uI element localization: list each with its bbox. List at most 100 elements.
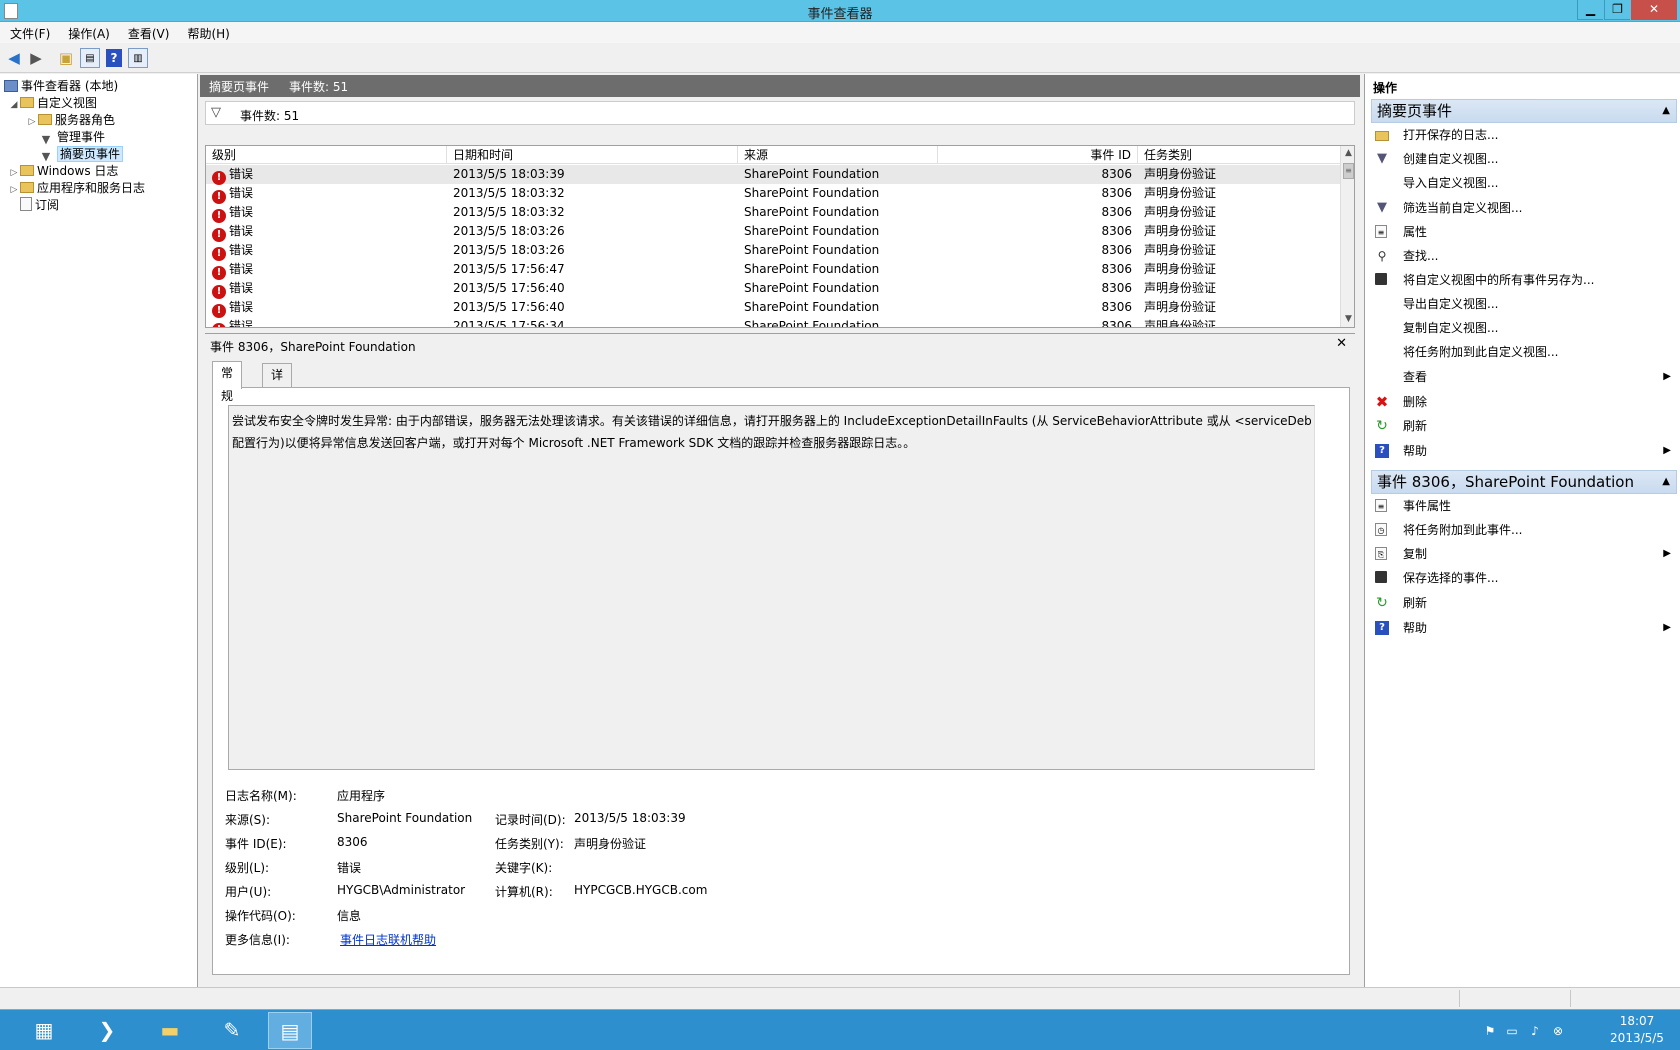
action-save-all-events[interactable]: 将自定义视图中的所有事件另存为...	[1371, 269, 1677, 291]
powershell-icon[interactable]: ❯	[85, 1012, 129, 1049]
help-icon[interactable]: ?	[106, 49, 122, 67]
actions-section-summary[interactable]: 摘要页事件 ▲	[1371, 99, 1677, 123]
column-event-id[interactable]: 事件 ID	[938, 146, 1138, 164]
table-row[interactable]: ! 错误 2013/5/5 18:03:26 SharePoint Foundatio…	[206, 222, 1340, 242]
cell-category: 声明身份验证	[1144, 224, 1217, 238]
clock[interactable]: 18:07 2013/5/5	[1602, 1013, 1672, 1047]
event-viewer-taskbar-icon[interactable]: ▤	[268, 1012, 312, 1049]
level-text: 错误	[229, 224, 254, 238]
submenu-arrow-icon: ▶	[1663, 371, 1671, 382]
collapse-arrow-icon[interactable]: ▲	[1662, 100, 1670, 122]
tree-server-roles[interactable]: ▷ 服务器角色	[26, 112, 115, 129]
scroll-down-arrow-icon[interactable]: ▼	[1341, 312, 1354, 327]
action-filter-current-view[interactable]: ▼ 筛选当前自定义视图...	[1371, 197, 1677, 219]
events-grid[interactable]: 级别 日期和时间 来源 事件 ID 任务类别 ! 错误 2013/5/5 18:03…	[205, 145, 1355, 328]
menu-view[interactable]: 查看(V)	[118, 22, 178, 42]
cell-category: 声明身份验证	[1144, 243, 1217, 257]
filter-icon: ▼	[41, 150, 51, 163]
action-event-properties[interactable]: ≡ 事件属性	[1371, 495, 1677, 517]
table-row[interactable]: !错误 2013/5/5 17:56:34 SharePoint Foundatio…	[206, 317, 1340, 328]
action-copy[interactable]: ⎘ 复制 ▶	[1371, 543, 1677, 565]
column-datetime[interactable]: 日期和时间	[447, 146, 738, 164]
action-export-custom-view[interactable]: 导出自定义视图...	[1371, 293, 1677, 315]
action-open-saved-log[interactable]: 打开保存的日志...	[1371, 124, 1677, 146]
table-row[interactable]: ! 错误 2013/5/5 17:56:40 SharePoint Foundatio…	[206, 279, 1340, 299]
event-description[interactable]: 尝试发布安全令牌时发生异常: 由于内部错误，服务器无法处理该请求。有关该错误的详…	[228, 405, 1315, 770]
collapsed-arrow-icon[interactable]: ▷	[8, 182, 20, 199]
table-row[interactable]: ! 错误 2013/5/5 18:03:26 SharePoint Foundatio…	[206, 241, 1340, 261]
action-delete[interactable]: ✖ 删除	[1371, 391, 1677, 413]
action-save-selected[interactable]: 保存选择的事件...	[1371, 567, 1677, 589]
close-detail-icon[interactable]: ✕	[1336, 336, 1347, 351]
action-center-flag-icon[interactable]: ⚑	[1482, 1023, 1498, 1039]
tab-general[interactable]: 常规	[212, 361, 243, 403]
notification-icon[interactable]: ⊗	[1550, 1023, 1566, 1039]
action-refresh-event[interactable]: ↻ 刷新	[1371, 592, 1677, 614]
level-text: 错误	[229, 319, 254, 328]
volume-muted-icon[interactable]: ♪	[1527, 1023, 1543, 1039]
tree-app-service-logs[interactable]: ▷ 应用程序和服务日志	[8, 180, 145, 197]
action-help-event[interactable]: ? 帮助 ▶	[1371, 617, 1677, 639]
show-hide-tree-icon[interactable]: ▤	[80, 48, 100, 68]
cell-level: !错误	[212, 184, 253, 204]
table-row[interactable]: ! 错误 2013/5/5 18:03:32 SharePoint Foundatio…	[206, 184, 1340, 204]
action-properties[interactable]: ≡ 属性	[1371, 221, 1677, 243]
table-row[interactable]: ! 错误 2013/5/5 18:03:32 SharePoint Foundatio…	[206, 203, 1340, 223]
menu-action[interactable]: 操作(A)	[58, 22, 118, 42]
table-row[interactable]: ! 错误 2013/5/5 17:56:47 SharePoint Foundatio…	[206, 260, 1340, 280]
expanded-arrow-icon[interactable]: ◢	[8, 97, 20, 114]
minimize-button[interactable]: ▁	[1577, 0, 1603, 20]
scroll-up-arrow-icon[interactable]: ▲	[1341, 146, 1354, 161]
grid-scrollbar[interactable]: ▲ ≡ ▼	[1340, 146, 1354, 327]
tree-root[interactable]: 事件查看器 (本地)	[4, 78, 118, 95]
column-task-category[interactable]: 任务类别	[1138, 146, 1340, 164]
column-level[interactable]: 级别	[206, 146, 447, 164]
error-icon: !	[212, 228, 226, 242]
server-manager-icon[interactable]: ▦	[22, 1012, 66, 1049]
tree-subscriptions[interactable]: 订阅	[20, 197, 59, 214]
collapsed-arrow-icon[interactable]: ▷	[26, 114, 38, 131]
opcode-label: 操作代码(O):	[225, 909, 296, 923]
save-icon	[1375, 571, 1387, 583]
tree-custom-views[interactable]: ◢ 自定义视图	[8, 95, 97, 112]
more-info-link[interactable]: 事件日志联机帮助	[340, 931, 436, 948]
cell-id: 8306	[1101, 281, 1132, 295]
log-folder-icon	[20, 182, 34, 193]
menu-help[interactable]: 帮助(H)	[177, 22, 237, 42]
file-explorer-icon[interactable]: ▬	[148, 1012, 192, 1049]
action-create-custom-view[interactable]: ▼ 创建自定义视图...	[1371, 148, 1677, 170]
column-source[interactable]: 来源	[738, 146, 938, 164]
submenu-arrow-icon: ▶	[1663, 548, 1671, 559]
computer-icon	[4, 80, 18, 92]
action-import-custom-view[interactable]: 导入自定义视图...	[1371, 172, 1677, 194]
action-find[interactable]: ⚲ 查找...	[1371, 245, 1677, 267]
action-help[interactable]: ? 帮助 ▶	[1371, 440, 1677, 462]
action-attach-task-event[interactable]: ◷ 将任务附加到此事件...	[1371, 519, 1677, 541]
cell-level: !错误	[212, 298, 253, 318]
submenu-arrow-icon: ▶	[1663, 445, 1671, 456]
collapse-arrow-icon[interactable]: ▲	[1662, 471, 1670, 493]
tree-windows-logs[interactable]: ▷ Windows 日志	[8, 163, 119, 180]
forward-arrow-icon[interactable]: ▶	[26, 48, 46, 68]
actions-section-event[interactable]: 事件 8306，SharePoint Foundation ▲	[1371, 470, 1677, 494]
paint-icon[interactable]: ✎	[210, 1012, 254, 1049]
menu-file[interactable]: 文件(F)	[0, 22, 58, 42]
tree-admin-events[interactable]: ▼ 管理事件	[38, 129, 105, 146]
tab-details[interactable]: 详细信息	[262, 363, 293, 451]
action-view[interactable]: 查看 ▶	[1371, 366, 1677, 388]
scroll-thumb[interactable]: ≡	[1343, 163, 1354, 179]
cell-source: SharePoint Foundation	[744, 205, 880, 219]
tree-summary-events[interactable]: ▼ 摘要页事件	[38, 146, 124, 163]
close-button[interactable]: ✕	[1631, 0, 1677, 20]
action-refresh[interactable]: ↻ 刷新	[1371, 415, 1677, 437]
table-row[interactable]: ! 错误 2013/5/5 18:03:39 SharePoint Foundatio…	[206, 165, 1340, 185]
action-copy-custom-view[interactable]: 复制自定义视图...	[1371, 317, 1677, 339]
restore-button[interactable]: ❐	[1604, 0, 1630, 20]
table-row[interactable]: ! 错误 2013/5/5 17:56:40 SharePoint Foundatio…	[206, 298, 1340, 318]
network-icon[interactable]: ▭	[1504, 1023, 1520, 1039]
show-hide-action-pane-icon[interactable]: ▥	[128, 48, 148, 68]
error-icon: !	[212, 209, 226, 223]
up-folder-icon[interactable]: ▣	[56, 48, 76, 68]
action-attach-task-view[interactable]: 将任务附加到此自定义视图...	[1371, 341, 1677, 363]
back-arrow-icon[interactable]: ◀	[4, 48, 24, 68]
